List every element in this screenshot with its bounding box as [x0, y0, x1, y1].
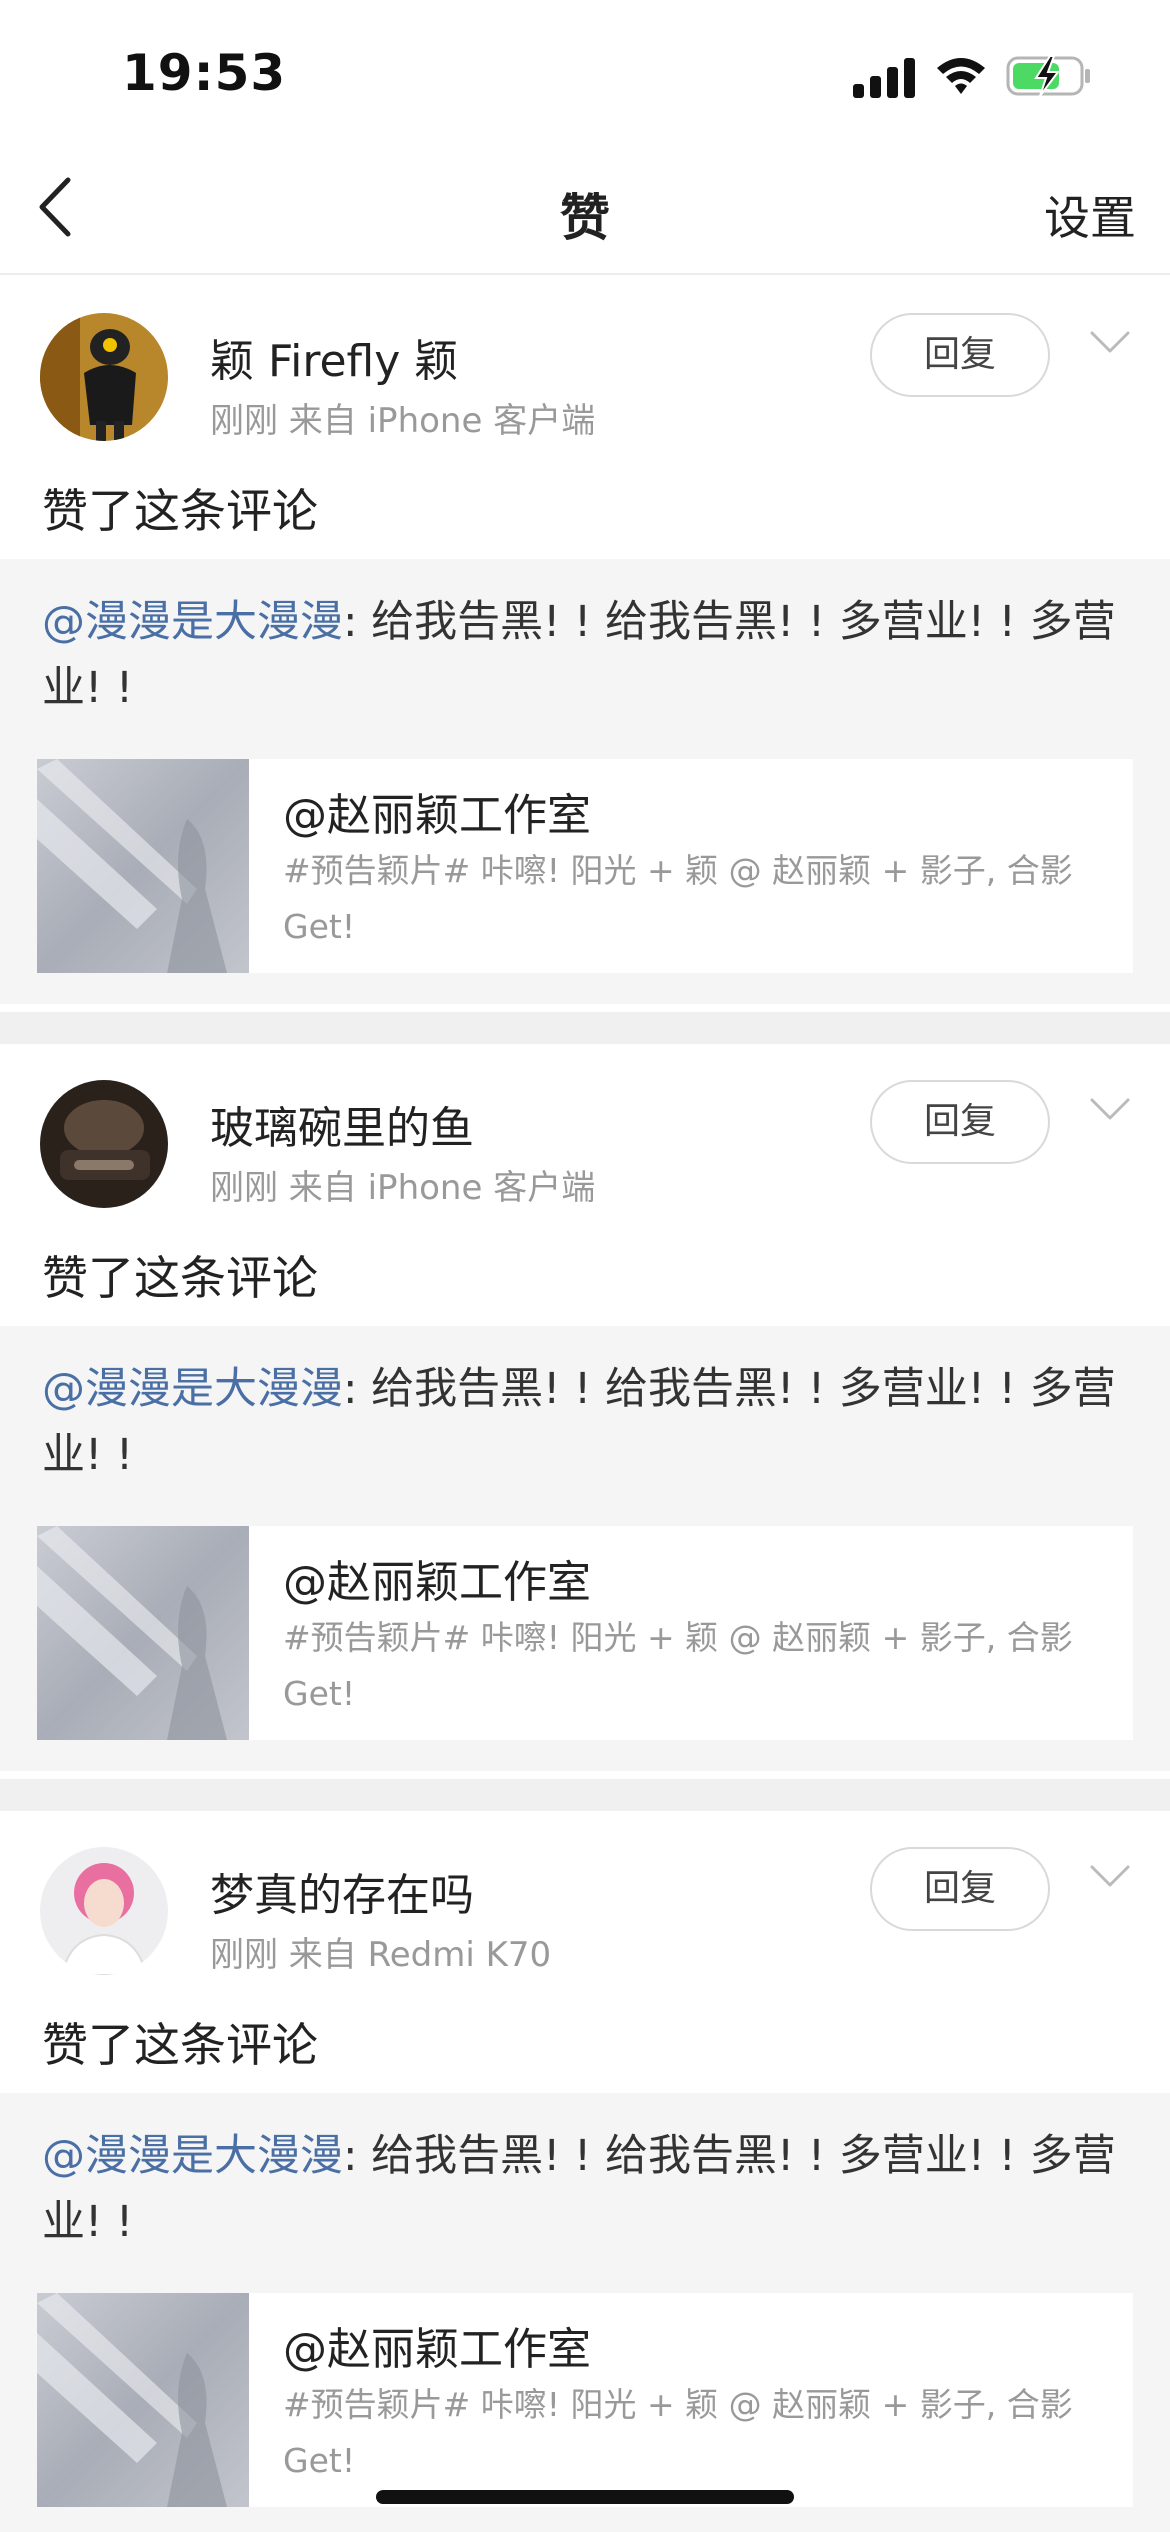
user-name[interactable]: 梦真的存在吗 — [210, 1859, 474, 1923]
nav-bar: 赞 设置 — [0, 150, 1170, 275]
quote-text: @漫漫是大漫漫: 给我告黑! ! 给我告黑! ! 多营业! ! 多营业! ! — [42, 2123, 1132, 2255]
action-text: 赞了这条评论 — [42, 484, 318, 538]
post-description: #预告颖片# 咔嚓! 阳光 + 颖 @ 赵丽颖 + 影子, 合影 Get! — [283, 2385, 1073, 2480]
home-indicator[interactable] — [376, 2490, 794, 2504]
cellular-signal-icon — [853, 58, 915, 98]
status-time: 19:53 — [122, 44, 287, 102]
quoted-comment[interactable]: @漫漫是大漫漫: 给我告黑! ! 给我告黑! ! 多营业! ! 多营业! ! @… — [0, 2093, 1170, 2532]
divider — [0, 1779, 1170, 1811]
quote-text: @漫漫是大漫漫: 给我告黑! ! 给我告黑! ! 多营业! ! 多营业! ! — [42, 589, 1132, 721]
quote-text: @漫漫是大漫漫: 给我告黑! ! 给我告黑! ! 多营业! ! 多营业! ! — [42, 1356, 1132, 1488]
wifi-icon — [937, 58, 985, 94]
meta-text: 刚刚 来自 iPhone 客户端 — [210, 1168, 596, 1208]
post-preview[interactable]: @赵丽颖工作室 #预告颖片# 咔嚓! 阳光 + 颖 @ 赵丽颖 + 影子, 合影… — [37, 759, 1133, 973]
meta-text: 刚刚 来自 Redmi K70 — [210, 1935, 552, 1975]
post-title: @赵丽颖工作室 — [283, 790, 591, 841]
quoted-comment[interactable]: @漫漫是大漫漫: 给我告黑! ! 给我告黑! ! 多营业! ! 多营业! ! @… — [0, 1326, 1170, 1771]
user-name[interactable]: 玻璃碗里的鱼 — [210, 1092, 474, 1156]
notification-card: 梦真的存在吗 刚刚 来自 Redmi K70 回复 赞了这条评论 @漫漫是大漫漫… — [0, 1811, 1170, 2532]
post-thumbnail — [37, 1526, 249, 1740]
post-description: #预告颖片# 咔嚓! 阳光 + 颖 @ 赵丽颖 + 影子, 合影 Get! — [283, 1618, 1073, 1713]
mention-link[interactable]: @漫漫是大漫漫 — [42, 597, 343, 647]
reply-button[interactable]: 回复 — [870, 313, 1050, 397]
status-bar: 19:53 — [0, 0, 1170, 150]
action-text: 赞了这条评论 — [42, 1251, 318, 1305]
post-title: @赵丽颖工作室 — [283, 2324, 591, 2375]
avatar[interactable] — [40, 1080, 168, 1208]
reply-button[interactable]: 回复 — [870, 1847, 1050, 1931]
divider — [0, 1012, 1170, 1044]
quoted-comment[interactable]: @漫漫是大漫漫: 给我告黑! ! 给我告黑! ! 多营业! ! 多营业! ! @… — [0, 559, 1170, 1004]
user-name[interactable]: 颖 Firefly 颖 — [210, 325, 458, 389]
chevron-down-icon[interactable] — [1088, 1094, 1132, 1124]
avatar[interactable] — [40, 1847, 168, 1975]
notification-card: 颖 Firefly 颖 刚刚 来自 iPhone 客户端 回复 赞了这条评论 @… — [0, 277, 1170, 1012]
battery-charging-icon — [1006, 55, 1090, 97]
post-preview[interactable]: @赵丽颖工作室 #预告颖片# 咔嚓! 阳光 + 颖 @ 赵丽颖 + 影子, 合影… — [37, 1526, 1133, 1740]
chevron-down-icon[interactable] — [1088, 1861, 1132, 1891]
post-thumbnail — [37, 2293, 249, 2507]
mention-link[interactable]: @漫漫是大漫漫 — [42, 2131, 343, 2181]
action-text: 赞了这条评论 — [42, 2018, 318, 2072]
avatar[interactable] — [40, 313, 168, 441]
post-title: @赵丽颖工作室 — [283, 1557, 591, 1608]
chevron-down-icon[interactable] — [1088, 327, 1132, 357]
post-thumbnail — [37, 759, 249, 973]
post-description: #预告颖片# 咔嚓! 阳光 + 颖 @ 赵丽颖 + 影子, 合影 Get! — [283, 851, 1073, 946]
meta-text: 刚刚 来自 iPhone 客户端 — [210, 401, 596, 441]
notification-card: 玻璃碗里的鱼 刚刚 来自 iPhone 客户端 回复 赞了这条评论 @漫漫是大漫… — [0, 1044, 1170, 1779]
post-preview[interactable]: @赵丽颖工作室 #预告颖片# 咔嚓! 阳光 + 颖 @ 赵丽颖 + 影子, 合影… — [37, 2293, 1133, 2507]
page-title: 赞 — [560, 189, 610, 247]
settings-button[interactable]: 设置 — [1044, 182, 1136, 248]
reply-button[interactable]: 回复 — [870, 1080, 1050, 1164]
mention-link[interactable]: @漫漫是大漫漫 — [42, 1364, 343, 1414]
